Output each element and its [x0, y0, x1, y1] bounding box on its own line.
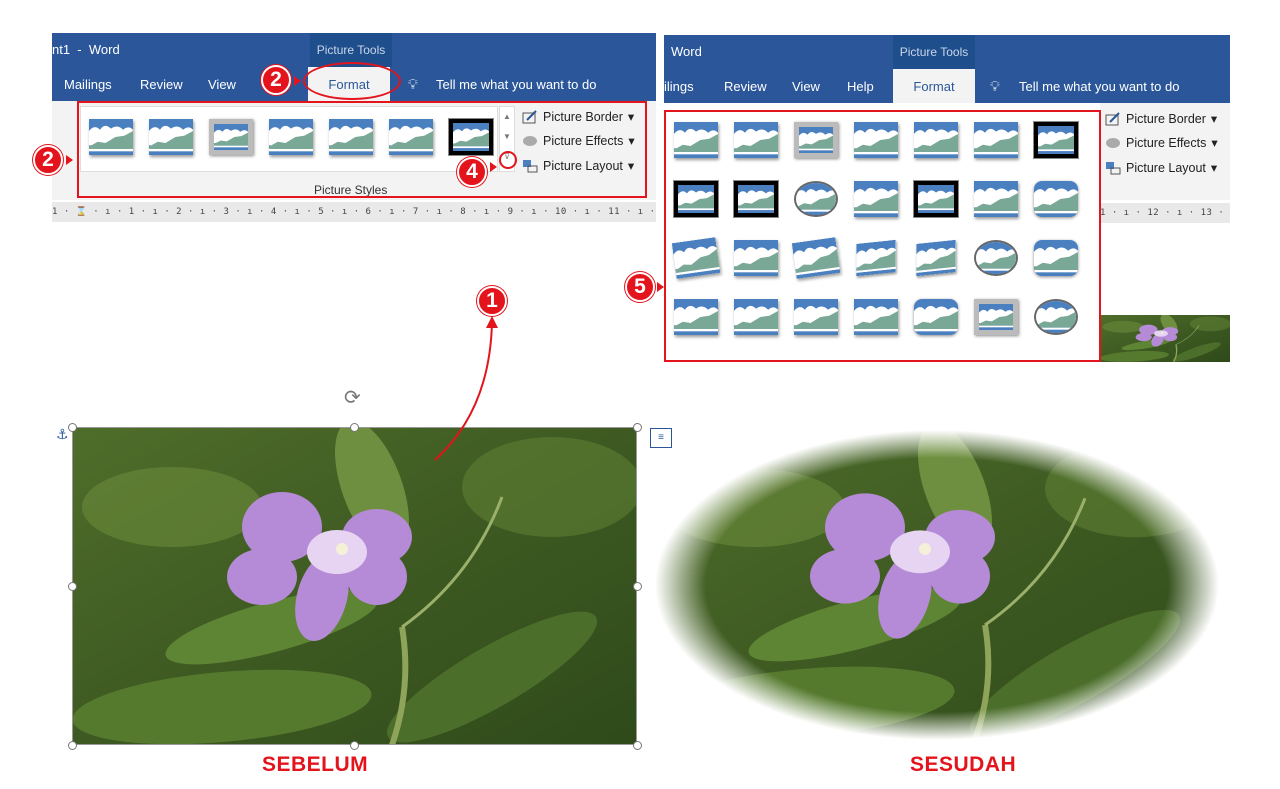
expanded-style-gallery	[664, 110, 1101, 362]
tell-me-search[interactable]: Tell me what you want to do	[436, 77, 596, 92]
picture-style-thumbnail[interactable]	[914, 240, 958, 276]
resize-handle[interactable]	[350, 741, 359, 750]
step-2-marker-tab: 2	[261, 65, 291, 95]
pointer-triangle	[294, 76, 301, 86]
step-1-marker: 1	[477, 286, 507, 316]
tab-view-right[interactable]: View	[792, 79, 820, 94]
picture-style-thumbnail[interactable]	[794, 122, 838, 158]
picture-style-thumbnail[interactable]	[914, 122, 958, 158]
pointer-triangle	[657, 282, 664, 292]
step-2-marker-gallery: 2	[33, 145, 63, 175]
picture-style-thumbnail[interactable]	[854, 240, 898, 276]
picture-style-thumbnail[interactable]	[974, 181, 1018, 217]
picture-styles-highlight	[77, 101, 647, 198]
tab-view[interactable]: View	[208, 77, 236, 92]
tab-review-right[interactable]: Review	[724, 79, 767, 94]
pointer-triangle	[66, 155, 73, 165]
right-picture-border-button[interactable]: Picture Border ▾	[1105, 111, 1217, 126]
lightbulb-icon: 💡︎	[990, 78, 1000, 94]
rotate-handle-icon[interactable]: ⟳	[344, 385, 361, 410]
resize-handle[interactable]	[68, 741, 77, 750]
picture-style-thumbnail[interactable]	[974, 299, 1018, 335]
caption-before: SEBELUM	[262, 753, 369, 776]
resize-handle[interactable]	[633, 741, 642, 750]
tab-format-right[interactable]: Format	[893, 69, 975, 103]
left-ruler: 1 · ⌛ · ı · 1 · ı · 2 · ı · 3 · ı · 4 · …	[52, 202, 656, 222]
step-4-marker: 4	[457, 157, 487, 187]
picture-style-thumbnail[interactable]	[794, 240, 838, 276]
picture-style-thumbnail[interactable]	[1034, 299, 1078, 335]
annotation-arrow	[434, 316, 498, 461]
picture-style-thumbnail[interactable]	[674, 240, 718, 276]
picture-style-thumbnail[interactable]	[733, 180, 779, 218]
selection-border	[72, 427, 637, 745]
tab-help-right[interactable]: Help	[847, 79, 874, 94]
picture-style-thumbnail[interactable]	[914, 299, 958, 335]
picture-style-thumbnail[interactable]	[974, 240, 1018, 276]
pointer-triangle	[490, 162, 497, 172]
picture-style-thumbnail[interactable]	[974, 122, 1018, 158]
picture-style-thumbnail[interactable]	[794, 299, 838, 335]
tab-mailings[interactable]: Mailings	[64, 77, 112, 92]
tab-review[interactable]: Review	[140, 77, 183, 92]
caption-after: SESUDAH	[910, 753, 1017, 776]
picture-style-thumbnail[interactable]	[734, 240, 778, 276]
picture-style-thumbnail[interactable]	[794, 181, 838, 217]
format-highlight-ellipse	[303, 62, 401, 100]
highlight-circle-more	[499, 151, 517, 169]
picture-style-thumbnail[interactable]	[854, 299, 898, 335]
lightbulb-icon: 💡︎	[408, 76, 418, 92]
right-window-title: Word	[671, 44, 702, 59]
left-window-title: nt1 - Word	[52, 42, 120, 57]
resize-handle[interactable]	[68, 582, 77, 591]
step-5-marker: 5	[625, 272, 655, 302]
tab-mailings-right[interactable]: ilings	[664, 79, 694, 94]
picture-style-thumbnail[interactable]	[734, 299, 778, 335]
photo-after-soft-edge-oval	[655, 430, 1220, 740]
right-ruler: 1 · ı · 12 · ı · 13 · ı · 14	[1100, 203, 1230, 223]
picture-style-thumbnail[interactable]	[673, 180, 719, 218]
right-picture-tools-label: Picture Tools	[893, 35, 975, 69]
right-picture-layout-button[interactable]: Picture Layout ▾	[1105, 160, 1217, 175]
resize-handle[interactable]	[633, 582, 642, 591]
picture-style-thumbnail[interactable]	[674, 299, 718, 335]
anchor-icon: ⚓︎	[56, 426, 69, 442]
picture-style-thumbnail[interactable]	[1034, 240, 1078, 276]
tell-me-search-right[interactable]: Tell me what you want to do	[1019, 79, 1179, 94]
picture-effects-icon	[1106, 137, 1120, 148]
picture-layout-icon	[1106, 161, 1121, 174]
picture-style-thumbnail[interactable]	[913, 180, 959, 218]
resize-handle[interactable]	[68, 423, 77, 432]
picture-style-thumbnail[interactable]	[674, 122, 718, 158]
right-picture-effects-button[interactable]: Picture Effects ▾	[1105, 135, 1218, 150]
picture-style-thumbnail[interactable]	[1033, 121, 1079, 159]
picture-style-thumbnail[interactable]	[1034, 181, 1078, 217]
resize-handle[interactable]	[350, 423, 359, 432]
picture-style-thumbnail[interactable]	[854, 122, 898, 158]
picture-style-thumbnail[interactable]	[734, 122, 778, 158]
resize-handle[interactable]	[633, 423, 642, 432]
picture-style-thumbnail[interactable]	[854, 181, 898, 217]
picture-border-icon	[1105, 111, 1120, 125]
photo-fragment	[1100, 315, 1230, 362]
